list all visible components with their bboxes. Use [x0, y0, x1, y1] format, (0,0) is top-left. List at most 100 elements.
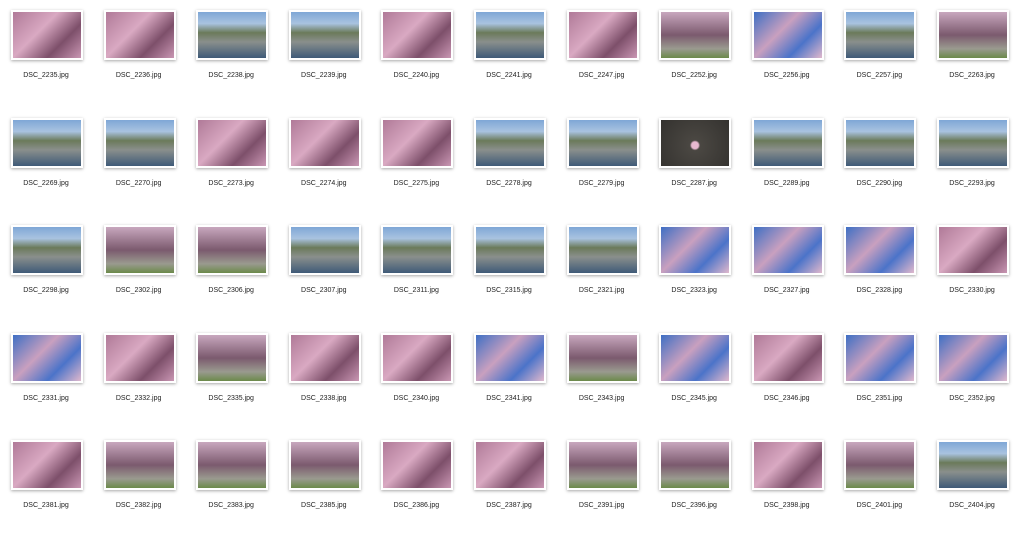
thumbnail-image[interactable]: [381, 440, 454, 490]
file-item[interactable]: DSC_2327.jpg: [741, 219, 833, 326]
thumbnail-image[interactable]: [288, 10, 361, 60]
file-item[interactable]: DSC_2328.jpg: [833, 219, 925, 326]
thumbnail-image[interactable]: [659, 440, 732, 490]
file-item[interactable]: DSC_2401.jpg: [833, 434, 925, 541]
thumbnail-image[interactable]: [196, 10, 269, 60]
thumbnail-image[interactable]: [937, 117, 1009, 168]
file-item[interactable]: DSC_2330.jpg: [926, 219, 1018, 326]
thumbnail-image[interactable]: [11, 440, 83, 490]
file-item[interactable]: DSC_2335.jpg: [185, 327, 277, 434]
file-item[interactable]: DSC_2385.jpg: [278, 434, 370, 541]
thumbnail-image[interactable]: [751, 117, 824, 168]
file-item[interactable]: DSC_2315.jpg: [463, 219, 555, 326]
file-item[interactable]: DSC_2240.jpg: [370, 4, 462, 111]
thumbnail-image[interactable]: [566, 332, 639, 383]
file-item[interactable]: DSC_2257.jpg: [833, 4, 925, 111]
thumbnail-image[interactable]: [381, 225, 454, 275]
file-item[interactable]: DSC_2346.jpg: [741, 327, 833, 434]
thumbnail-image[interactable]: [196, 440, 269, 490]
file-item[interactable]: DSC_2278.jpg: [463, 112, 555, 219]
file-item[interactable]: DSC_2239.jpg: [278, 4, 370, 111]
thumbnail-image[interactable]: [844, 440, 917, 490]
file-item[interactable]: DSC_2391.jpg: [556, 434, 648, 541]
file-item[interactable]: DSC_2383.jpg: [185, 434, 277, 541]
file-item[interactable]: DSC_2321.jpg: [556, 219, 648, 326]
file-item[interactable]: DSC_2341.jpg: [463, 327, 555, 434]
thumbnail-image[interactable]: [659, 225, 732, 275]
thumbnail-image[interactable]: [474, 440, 546, 490]
file-item[interactable]: DSC_2279.jpg: [556, 112, 648, 219]
file-item[interactable]: DSC_2351.jpg: [833, 327, 925, 434]
file-item[interactable]: DSC_2275.jpg: [370, 112, 462, 219]
file-item[interactable]: DSC_2404.jpg: [926, 434, 1018, 541]
thumbnail-image[interactable]: [844, 10, 917, 60]
thumbnail-image[interactable]: [381, 332, 454, 383]
thumbnail-image[interactable]: [103, 332, 176, 383]
thumbnail-image[interactable]: [196, 225, 269, 275]
thumbnail-image[interactable]: [937, 225, 1009, 275]
thumbnail-image[interactable]: [659, 117, 732, 168]
thumbnail-image[interactable]: [196, 332, 269, 383]
thumbnail-image[interactable]: [11, 225, 83, 275]
thumbnail-image[interactable]: [288, 440, 361, 490]
file-item[interactable]: DSC_2306.jpg: [185, 219, 277, 326]
thumbnail-image[interactable]: [474, 117, 546, 168]
file-item[interactable]: DSC_2352.jpg: [926, 327, 1018, 434]
file-item[interactable]: DSC_2340.jpg: [370, 327, 462, 434]
thumbnail-image[interactable]: [566, 440, 639, 490]
file-item[interactable]: DSC_2387.jpg: [463, 434, 555, 541]
file-item[interactable]: DSC_2386.jpg: [370, 434, 462, 541]
thumbnail-image[interactable]: [566, 10, 639, 60]
thumbnail-image[interactable]: [381, 10, 454, 60]
file-item[interactable]: DSC_2345.jpg: [648, 327, 740, 434]
file-item[interactable]: DSC_2256.jpg: [741, 4, 833, 111]
thumbnail-image[interactable]: [288, 225, 361, 275]
file-item[interactable]: DSC_2241.jpg: [463, 4, 555, 111]
thumbnail-image[interactable]: [103, 440, 176, 490]
file-item[interactable]: DSC_2323.jpg: [648, 219, 740, 326]
thumbnail-image[interactable]: [751, 332, 824, 383]
file-item[interactable]: DSC_2252.jpg: [648, 4, 740, 111]
file-item[interactable]: DSC_2270.jpg: [93, 112, 185, 219]
file-item[interactable]: DSC_2247.jpg: [556, 4, 648, 111]
file-item[interactable]: DSC_2302.jpg: [93, 219, 185, 326]
thumbnail-image[interactable]: [751, 225, 824, 275]
thumbnail-image[interactable]: [937, 440, 1009, 490]
file-item[interactable]: DSC_2338.jpg: [278, 327, 370, 434]
file-item[interactable]: DSC_2398.jpg: [741, 434, 833, 541]
file-item[interactable]: DSC_2289.jpg: [741, 112, 833, 219]
file-item[interactable]: DSC_2293.jpg: [926, 112, 1018, 219]
file-item[interactable]: DSC_2332.jpg: [93, 327, 185, 434]
file-item[interactable]: DSC_2235.jpg: [0, 4, 92, 111]
thumbnail-image[interactable]: [937, 10, 1009, 60]
file-item[interactable]: DSC_2269.jpg: [0, 112, 92, 219]
thumbnail-image[interactable]: [659, 332, 732, 383]
thumbnail-image[interactable]: [288, 332, 361, 383]
file-item[interactable]: DSC_2274.jpg: [278, 112, 370, 219]
thumbnail-image[interactable]: [474, 225, 546, 275]
thumbnail-image[interactable]: [751, 440, 824, 490]
thumbnail-image[interactable]: [659, 10, 732, 60]
thumbnail-image[interactable]: [11, 10, 83, 60]
thumbnail-image[interactable]: [474, 332, 546, 383]
thumbnail-image[interactable]: [103, 225, 176, 275]
thumbnail-image[interactable]: [566, 225, 639, 275]
file-item[interactable]: DSC_2273.jpg: [185, 112, 277, 219]
thumbnail-image[interactable]: [11, 332, 83, 383]
file-item[interactable]: DSC_2290.jpg: [833, 112, 925, 219]
thumbnail-image[interactable]: [103, 117, 176, 168]
file-item[interactable]: DSC_2382.jpg: [93, 434, 185, 541]
thumbnail-image[interactable]: [474, 10, 546, 60]
file-item[interactable]: DSC_2287.jpg: [648, 112, 740, 219]
thumbnail-image[interactable]: [381, 117, 454, 168]
file-item[interactable]: DSC_2236.jpg: [93, 4, 185, 111]
thumbnail-image[interactable]: [937, 332, 1009, 383]
thumbnail-image[interactable]: [844, 225, 917, 275]
thumbnail-image[interactable]: [196, 117, 269, 168]
file-item[interactable]: DSC_2311.jpg: [370, 219, 462, 326]
thumbnail-image[interactable]: [288, 117, 361, 168]
file-item[interactable]: DSC_2238.jpg: [185, 4, 277, 111]
thumbnail-image[interactable]: [844, 117, 917, 168]
thumbnail-image[interactable]: [751, 10, 824, 60]
file-item[interactable]: DSC_2343.jpg: [556, 327, 648, 434]
